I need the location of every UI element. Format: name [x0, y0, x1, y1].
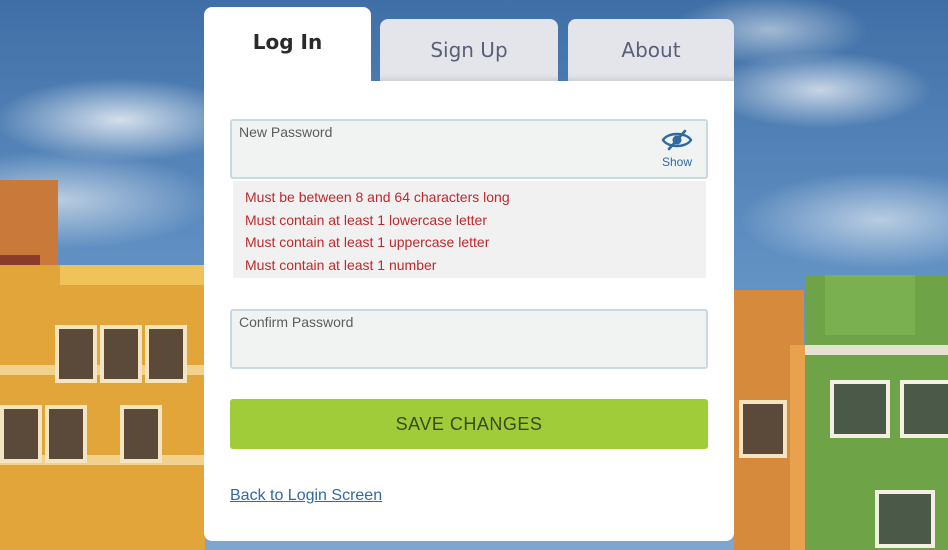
confirm-password-field[interactable]: Confirm Password [230, 309, 708, 369]
confirm-password-input[interactable] [239, 333, 646, 365]
requirement-item: Must contain at least 1 number [245, 256, 437, 273]
new-password-label: New Password [239, 124, 333, 140]
tab-label: About [621, 38, 681, 62]
new-password-input[interactable] [239, 143, 646, 175]
tab-log-in[interactable]: Log In [204, 7, 371, 82]
show-label: Show [661, 155, 693, 169]
tab-sign-up[interactable]: Sign Up [380, 19, 558, 81]
requirement-item: Must contain at least 1 lowercase letter [245, 211, 488, 228]
requirement-item: Must contain at least 1 uppercase letter [245, 234, 490, 251]
tab-label: Sign Up [430, 38, 508, 62]
building [0, 265, 205, 550]
tab-label: Log In [252, 30, 323, 54]
confirm-password-label: Confirm Password [239, 314, 354, 330]
tab-about[interactable]: About [568, 19, 734, 81]
building [805, 275, 948, 550]
requirement-item: Must be between 8 and 64 characters long [245, 189, 510, 205]
password-requirements: Must be between 8 and 64 characters long… [233, 181, 706, 278]
show-password-toggle[interactable]: Show [660, 129, 694, 175]
back-to-login-link[interactable]: Back to Login Screen [230, 487, 382, 505]
save-changes-button[interactable]: SAVE CHANGES [230, 399, 708, 449]
new-password-field[interactable]: New Password Show [230, 119, 708, 179]
eye-slash-icon [661, 129, 693, 151]
